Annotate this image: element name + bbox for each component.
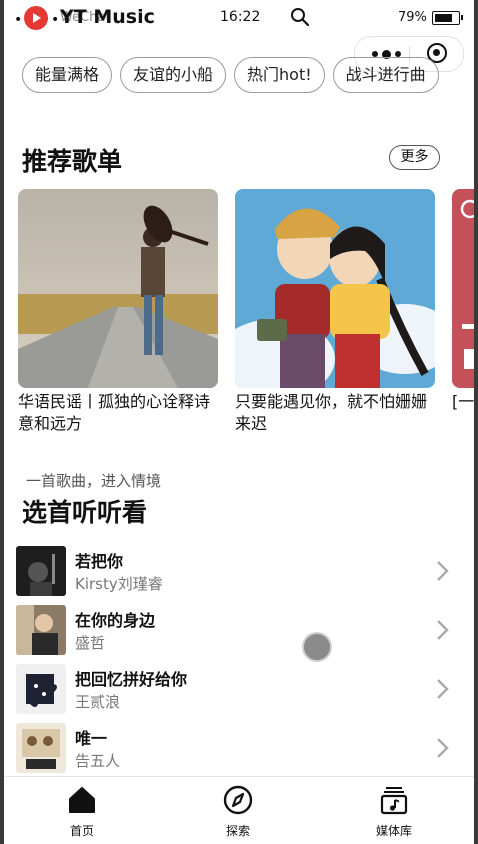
battery-tip: [461, 15, 463, 20]
more-button[interactable]: 更多: [389, 145, 440, 170]
app-logo-icon: [24, 6, 48, 30]
tab-library[interactable]: 媒体库: [349, 777, 439, 844]
song-title: 把回忆拼好给你: [75, 670, 188, 689]
library-icon: [380, 787, 408, 815]
playlist-card-title: 华语民谣丨孤独的心诠释诗意和远方: [18, 392, 211, 433]
tab-explore[interactable]: 探索: [193, 777, 283, 844]
battery-icon: [432, 11, 460, 25]
song-row[interactable]: 在你的身边 盛哲: [16, 605, 474, 657]
mood-chip[interactable]: 友谊的小船: [120, 57, 227, 93]
playlist-card-title: 只要能遇见你，就不怕姗姗来迟: [235, 392, 428, 433]
mood-chip[interactable]: 热门hot!: [234, 57, 325, 93]
chevron-right-icon: [437, 561, 449, 581]
chevron-right-icon: [437, 738, 449, 758]
song-title: 若把你: [75, 552, 124, 571]
song-cover: [16, 723, 66, 773]
playlist-card[interactable]: [一你: [452, 189, 474, 435]
pick-section-caption: 一首歌曲，进入情境: [26, 472, 162, 490]
playlist-cover: [452, 189, 474, 388]
battery-percent: 79%: [398, 10, 427, 25]
mood-chip[interactable]: 战斗进行曲: [332, 57, 439, 93]
status-bar: ••••• WeChat YT Music 16:22 79%: [4, 0, 474, 34]
floating-assistive-button[interactable]: [302, 632, 332, 662]
song-artist: 告五人: [75, 752, 121, 770]
playlist-card[interactable]: 只要能遇见你，就不怕姗姗来迟: [235, 189, 435, 435]
song-cover: [16, 605, 66, 655]
song-cover: [16, 664, 66, 714]
chevron-right-icon: [437, 620, 449, 640]
tab-home[interactable]: 首页: [37, 777, 127, 844]
song-artist: 王贰浪: [75, 693, 121, 711]
playlist-card[interactable]: 华语民谣丨孤独的心诠释诗意和远方: [18, 189, 218, 435]
playlist-card-title: [一你: [452, 392, 474, 411]
mood-chip[interactable]: 能量满格: [22, 57, 113, 93]
bottom-tab-bar: 首页 探索 媒体库: [4, 776, 474, 844]
home-icon: [69, 787, 95, 813]
app-title: YT Music: [60, 6, 155, 28]
song-row[interactable]: 若把你 Kirsty刘瑾睿: [16, 546, 474, 598]
status-time: 16:22: [220, 9, 261, 25]
chevron-right-icon: [437, 679, 449, 699]
song-artist: 盛哲: [75, 634, 106, 652]
tab-explore-label: 探索: [225, 824, 250, 838]
song-row[interactable]: 唯一 告五人: [16, 723, 474, 775]
song-artist: Kirsty刘瑾睿: [75, 575, 163, 593]
compass-icon: [223, 785, 253, 815]
song-title: 在你的身边: [75, 611, 156, 630]
recommend-section-title: 推荐歌单: [22, 147, 123, 176]
search-icon[interactable]: [290, 7, 310, 27]
phone-screen: ••••• WeChat YT Music 16:22 79% 能量满格友谊的小…: [4, 0, 474, 844]
mood-chip-row: 能量满格 友谊的小船 热门hot! 战斗进行曲: [22, 57, 474, 97]
song-title: 唯一: [75, 729, 108, 748]
playlist-cover: [18, 189, 218, 388]
pick-section-title: 选首听听看: [22, 498, 148, 527]
playlist-cover: [235, 189, 435, 388]
tab-home-label: 首页: [69, 824, 94, 838]
tab-library-label: 媒体库: [375, 824, 412, 838]
song-cover: [16, 546, 66, 596]
song-row[interactable]: 把回忆拼好给你 王贰浪: [16, 664, 474, 716]
